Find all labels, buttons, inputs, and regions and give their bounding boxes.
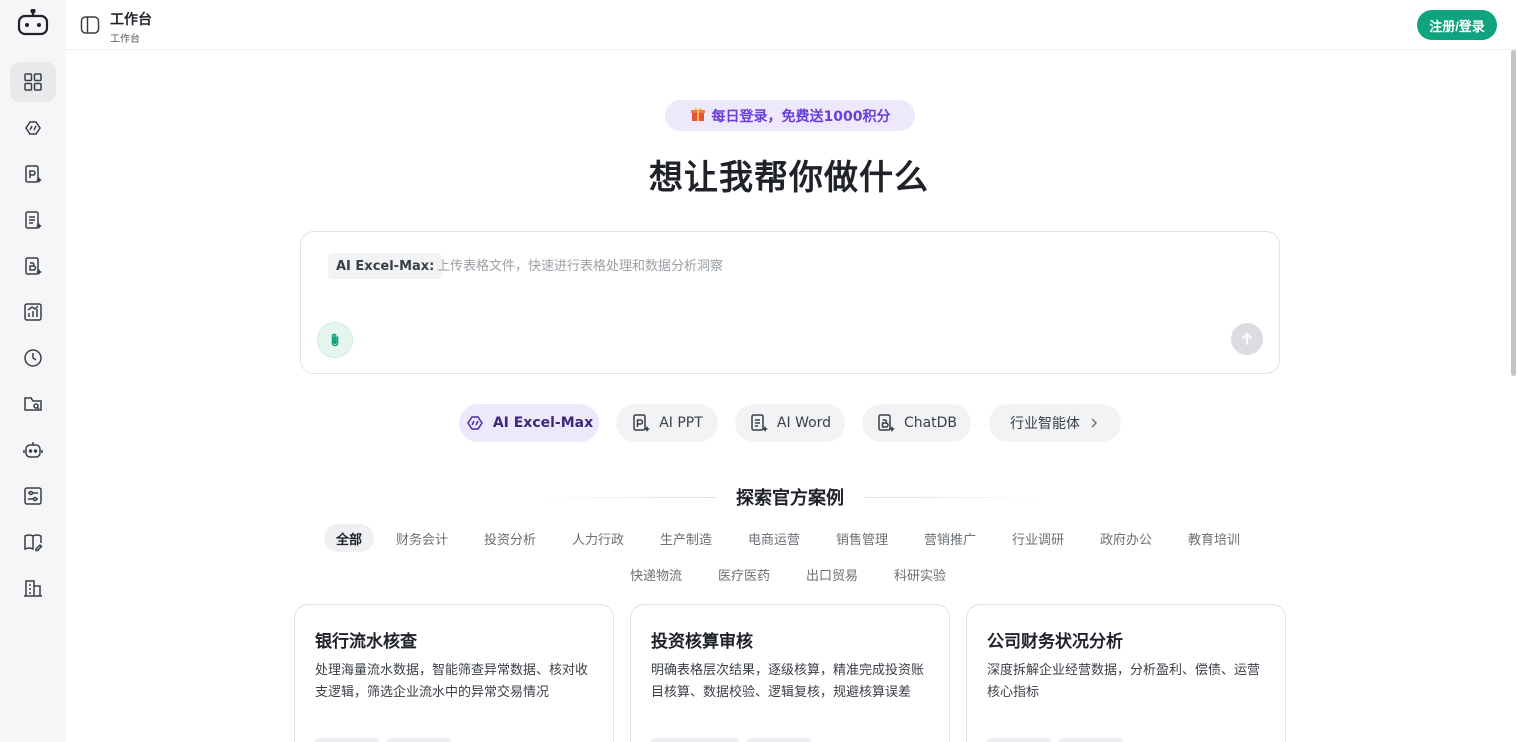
chart-icon	[24, 303, 42, 321]
tool-label: AI Excel-Max	[492, 415, 594, 431]
category-tab[interactable]: 销售管理	[824, 524, 900, 552]
category-tab[interactable]: 全部	[324, 524, 375, 552]
ppt-ai-icon	[25, 165, 42, 183]
sidebar-item-chatdb[interactable]	[10, 246, 56, 286]
daily-bonus-banner[interactable]: 每日登录，免费送1000积分	[665, 100, 915, 131]
category-tab[interactable]: 快递物流	[618, 560, 694, 588]
grid-icon	[24, 73, 42, 91]
building-icon	[24, 580, 42, 597]
category-tab[interactable]: 财务会计	[384, 524, 460, 552]
sidebar-item-word[interactable]	[10, 200, 56, 240]
book-icon	[24, 534, 43, 552]
doc-ai-icon	[25, 211, 42, 229]
sidebar-item-excel[interactable]	[10, 108, 56, 148]
category-tab[interactable]: 医疗医药	[706, 560, 782, 588]
robot-logo-icon[interactable]	[16, 8, 50, 37]
category-tab[interactable]: 出口贸易	[794, 560, 870, 588]
top-header: 工作台 工作台 注册/登录	[66, 0, 1517, 50]
tool-label: ChatDB	[903, 415, 958, 431]
db-ai-icon	[878, 414, 895, 432]
prompt-composer: AI Excel-Max:	[300, 231, 1280, 374]
card-tag	[651, 738, 739, 742]
sidebar-toggle-icon[interactable]	[80, 15, 100, 35]
category-tab[interactable]: 投资分析	[472, 524, 548, 552]
breadcrumb: 工作台	[110, 34, 140, 45]
send-button[interactable]	[1231, 323, 1263, 355]
excel-ai-icon	[25, 121, 41, 135]
ppt-ai-icon	[633, 414, 651, 432]
chevron-right-icon	[1091, 418, 1097, 428]
card-title: 公司财务状况分析	[987, 632, 1123, 652]
sidebar	[0, 0, 66, 742]
tool-word[interactable]: AI Word	[735, 404, 845, 442]
arrow-up-icon	[1242, 332, 1252, 345]
category-tab[interactable]: 教育培训	[1176, 524, 1252, 552]
page-title: 工作台	[110, 12, 152, 28]
tool-excel-max[interactable]: AI Excel-Max	[459, 404, 599, 442]
paperclip-icon	[331, 333, 339, 347]
promo-text: 每日登录，免费送1000积分	[711, 108, 891, 125]
hero-headline: 想让我帮你做什么	[649, 158, 929, 198]
category-tab[interactable]: 生产制造	[648, 524, 724, 552]
doc-ai-icon	[751, 414, 768, 432]
case-card[interactable]: 银行流水核查 处理海量流水数据，智能筛查异常数据、核对收支逻辑，筛选企业流水中的…	[294, 604, 614, 742]
gift-icon	[690, 106, 706, 126]
tool-label: 行业智能体	[1010, 416, 1080, 432]
tool-chatdb[interactable]: ChatDB	[862, 404, 971, 442]
section-title: 探索官方案例	[736, 488, 844, 509]
tool-label: AI Word	[776, 415, 832, 431]
db-ai-icon	[25, 257, 42, 275]
sidebar-item-ppt[interactable]	[10, 154, 56, 194]
category-tab[interactable]: 电商运营	[736, 524, 812, 552]
excel-ai-icon	[466, 416, 483, 430]
divider	[536, 497, 716, 498]
tool-industry-agents[interactable]: 行业智能体	[989, 404, 1121, 442]
robot-icon	[23, 442, 43, 458]
card-description: 处理海量流水数据，智能筛查异常数据、核对收支逻辑，筛选企业流水中的异常交易情况	[315, 663, 589, 700]
card-tag	[747, 738, 811, 742]
tool-ppt[interactable]: AI PPT	[616, 404, 718, 442]
section-header: 探索官方案例	[0, 484, 1517, 512]
card-tag	[1059, 738, 1123, 742]
sidebar-item-analytics[interactable]	[10, 292, 56, 332]
card-title: 银行流水核查	[315, 632, 417, 652]
category-tab[interactable]: 营销推广	[912, 524, 988, 552]
card-tag	[315, 738, 379, 742]
login-button[interactable]: 注册/登录	[1417, 10, 1497, 40]
card-title: 投资核算审核	[651, 632, 753, 652]
divider	[865, 497, 1045, 498]
case-card[interactable]: 公司财务状况分析 深度拆解企业经营数据，分析盈利、偿债、运营核心指标	[966, 604, 1286, 742]
card-tag	[987, 738, 1051, 742]
category-tab[interactable]: 行业调研	[1000, 524, 1076, 552]
mode-chip: AI Excel-Max:	[328, 253, 443, 279]
card-description: 明确表格层次结果，逐级核算，精准完成投资账目核算、数据校验、逻辑复核，规避核算误…	[651, 663, 925, 700]
category-tab[interactable]: 科研实验	[882, 560, 958, 588]
sidebar-item-docs[interactable]	[10, 522, 56, 562]
history-icon	[24, 349, 42, 367]
tool-selector: AI Excel-Max AI PPT AI Word ChatDB 行业智能体	[0, 404, 1517, 442]
sidebar-item-workspace[interactable]	[10, 62, 56, 102]
card-tag	[387, 738, 451, 742]
scrollbar-thumb[interactable]	[1511, 50, 1516, 376]
category-tab[interactable]: 人力行政	[560, 524, 636, 552]
tool-label: AI PPT	[659, 415, 703, 431]
category-tab[interactable]: 政府办公	[1088, 524, 1164, 552]
sidebar-item-history[interactable]	[10, 338, 56, 378]
card-description: 深度拆解企业经营数据，分析盈利、偿债、运营核心指标	[987, 663, 1261, 700]
prompt-input[interactable]	[437, 254, 1217, 278]
sidebar-item-enterprise[interactable]	[10, 568, 56, 608]
attach-button[interactable]	[317, 322, 353, 358]
case-card[interactable]: 投资核算审核 明确表格层次结果，逐级核算，精准完成投资账目核算、数据校验、逻辑复…	[630, 604, 950, 742]
